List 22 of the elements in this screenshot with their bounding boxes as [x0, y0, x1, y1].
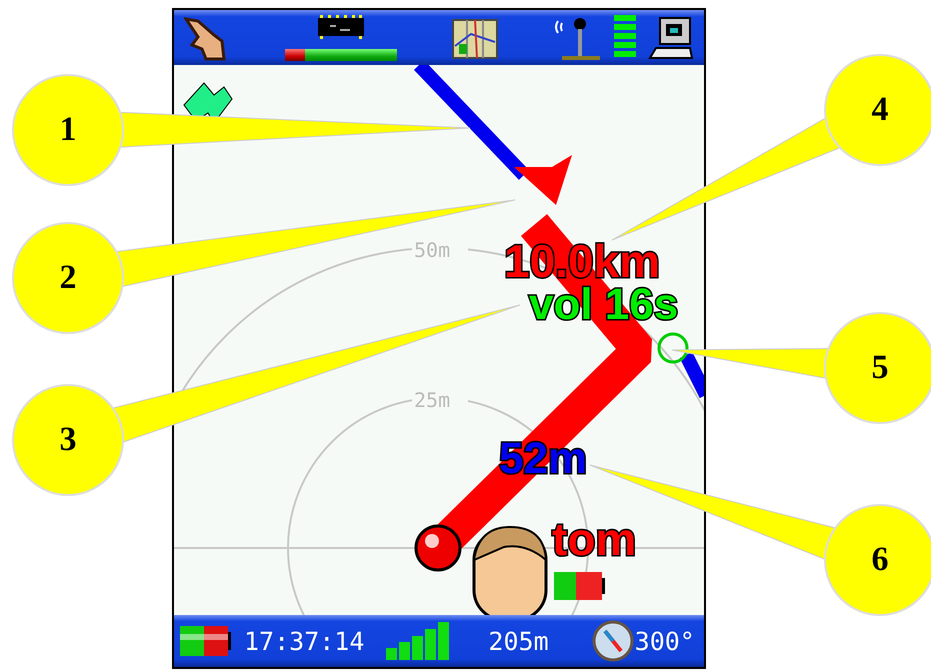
target-circle — [658, 332, 688, 364]
battery-icon — [180, 626, 232, 656]
callout-number: 2 — [12, 222, 124, 334]
position-ball-icon — [414, 524, 462, 572]
direction-arrow — [514, 155, 572, 205]
heading-text: 300° — [634, 626, 695, 656]
signal-strength-icon — [386, 622, 450, 660]
battery-icon — [554, 572, 605, 600]
clock-time: 17:37:14 — [244, 626, 364, 656]
callout-number: 3 — [12, 384, 124, 496]
callout-number: 5 — [824, 312, 931, 424]
altitude-text: 205m — [488, 626, 549, 656]
callout-number: 6 — [824, 504, 931, 616]
chip-icon[interactable] — [318, 14, 364, 38]
ring-label: 25m — [414, 388, 450, 412]
computer-icon[interactable] — [648, 16, 694, 60]
callout-number: 4 — [824, 54, 931, 166]
ring-label: 50m — [414, 238, 450, 262]
compass-icon[interactable] — [590, 619, 635, 663]
avatar-icon — [472, 526, 548, 615]
buddy-name: tom — [552, 513, 636, 565]
callout-number: 1 — [12, 74, 124, 186]
